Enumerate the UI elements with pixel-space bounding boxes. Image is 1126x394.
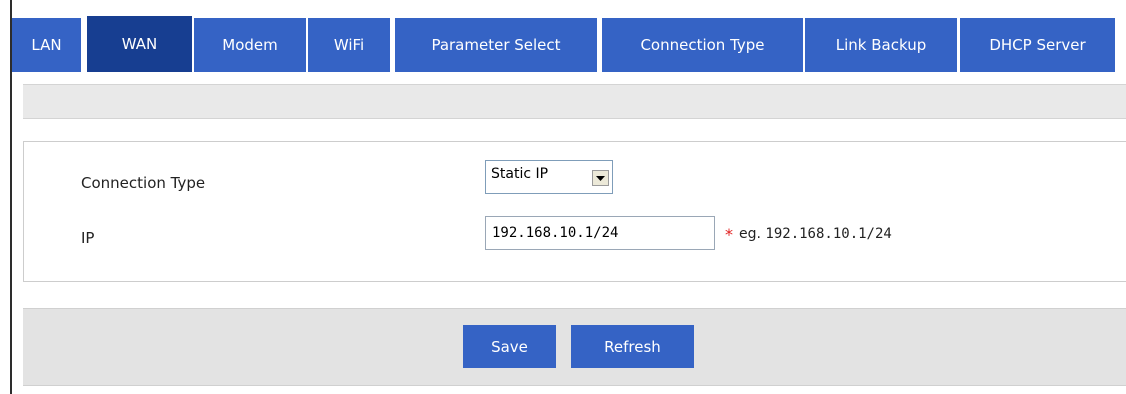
tab-dhcp-server[interactable]: DHCP Server bbox=[960, 18, 1115, 72]
save-button[interactable]: Save bbox=[463, 325, 556, 368]
tab-parameter-select[interactable]: Parameter Select bbox=[395, 18, 597, 72]
connection-type-label: Connection Type bbox=[81, 174, 206, 192]
tab-wifi[interactable]: WiFi bbox=[308, 18, 390, 72]
tab-modem[interactable]: Modem bbox=[194, 18, 306, 72]
ip-input[interactable] bbox=[485, 216, 715, 250]
connection-type-value: Static IP bbox=[491, 166, 549, 182]
ip-hint-prefix: eg. bbox=[739, 226, 761, 242]
tab-link-backup[interactable]: Link Backup bbox=[805, 18, 957, 72]
chevron-down-icon[interactable] bbox=[592, 170, 609, 186]
refresh-button[interactable]: Refresh bbox=[571, 325, 694, 368]
tab-bar: LAN WAN Modem WiFi Parameter Select Conn… bbox=[12, 16, 1126, 72]
tab-wan[interactable]: WAN bbox=[87, 16, 192, 72]
header-band bbox=[23, 84, 1126, 119]
tab-lan[interactable]: LAN bbox=[12, 18, 81, 72]
ip-hint: eg. 192.168.10.1/24 bbox=[739, 226, 892, 242]
ip-hint-example: 192.168.10.1/24 bbox=[765, 226, 892, 242]
ip-label: IP bbox=[81, 229, 95, 247]
connection-type-select[interactable]: Static IP bbox=[485, 160, 613, 194]
required-asterisk: * bbox=[725, 225, 733, 244]
tab-connection-type[interactable]: Connection Type bbox=[602, 18, 803, 72]
